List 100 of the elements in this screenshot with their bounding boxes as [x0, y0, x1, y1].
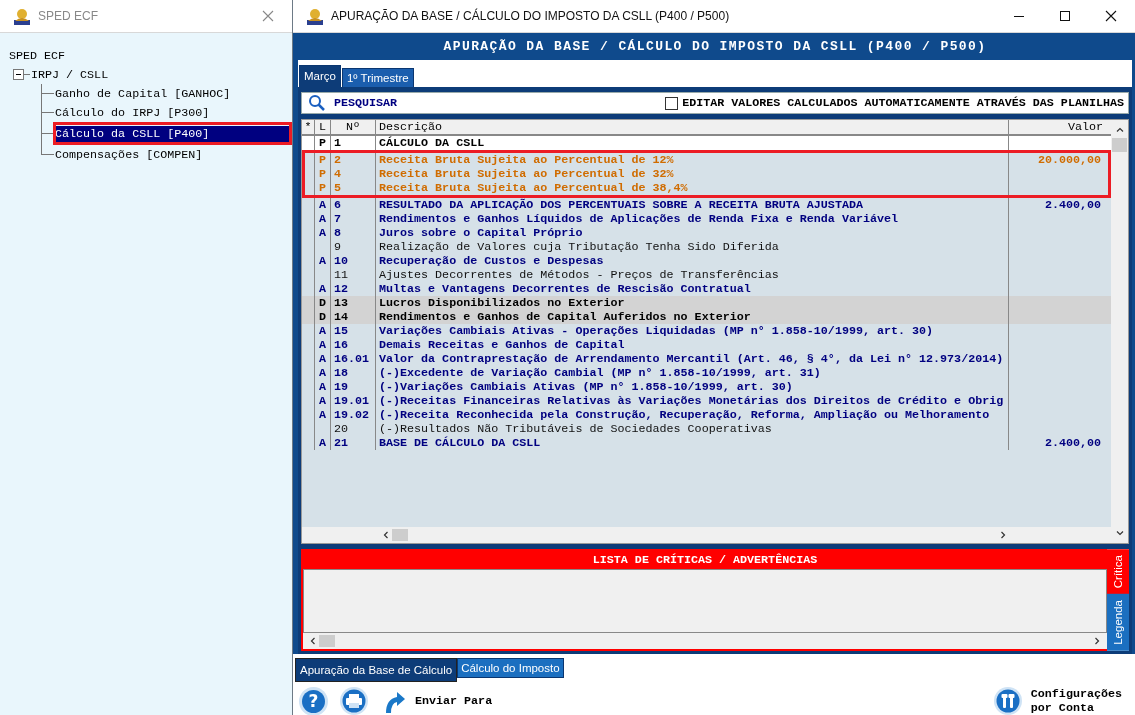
row-type-code: A	[319, 408, 326, 422]
row-value: 2.400,00	[1044, 436, 1101, 450]
row-description[interactable]: (-)Excedente de Variação Cambial (MP n° 1.858-10/1999, art. 31)	[379, 366, 821, 380]
scroll-left-icon[interactable]	[309, 637, 317, 645]
row-number: 12	[334, 282, 349, 296]
period-tab[interactable]: Março	[299, 65, 341, 87]
row-type-code: P	[319, 136, 326, 150]
edit-values-checkbox[interactable]: EDITAR VALORES CALCULADOS AUTOMATICAMENTE ATRAVÉS DAS PLANILHAS	[665, 96, 1124, 110]
row-type-code: A	[319, 212, 326, 226]
row-description[interactable]: Variações Cambiais Ativas - Operações Liquidadas (MP n° 1.858-10/1999, art. 30)	[379, 324, 934, 338]
row-type-code: A	[319, 380, 326, 394]
row-type-code: A	[319, 436, 326, 450]
row-value: 2.400,00	[1044, 198, 1101, 212]
scroll-right-icon[interactable]	[1093, 637, 1101, 645]
row-number: 18	[334, 366, 349, 380]
row-type-code: D	[319, 310, 326, 324]
row-number: 5	[334, 181, 341, 195]
row-description[interactable]: (-)Resultados Não Tributáveis de Sociedades Cooperativas	[379, 422, 772, 436]
tree-item[interactable]: Cálculo da CSLL [P400]	[54, 125, 292, 142]
print-icon[interactable]	[339, 686, 369, 715]
app-icon	[12, 6, 32, 26]
row-number: 14	[334, 310, 349, 324]
help-button[interactable]: ?	[302, 689, 325, 713]
row-value: 20.000,00	[1037, 153, 1101, 167]
row-type-code: A	[319, 366, 326, 380]
row-description[interactable]: RESULTADO DA APLICAÇÃO DOS PERCENTUAIS SOBRE A RECEITA BRUTA AJUSTADA	[379, 198, 863, 212]
row-number: 15	[334, 324, 349, 338]
scroll-down-icon[interactable]	[1115, 529, 1124, 537]
row-description[interactable]: (-)Receita Reconhecida pela Construção, Recuperação, Reforma, Ampliação ou Melhoramento	[379, 408, 990, 422]
row-description[interactable]: Multas e Vantagens Decorrentes de Rescisão Contratual	[379, 282, 751, 296]
row-type-code: P	[319, 167, 326, 181]
row-description[interactable]: Realização de Valores cuja Tributação Tenha Sido Diferida	[379, 240, 779, 254]
row-type-code: A	[319, 198, 326, 212]
row-number: 13	[334, 296, 349, 310]
scroll-up-icon[interactable]	[1115, 126, 1124, 134]
row-type-code: P	[319, 153, 326, 167]
side-tab[interactable]: Crítica	[1107, 549, 1129, 595]
tree-item[interactable]: SPED ECF	[8, 47, 67, 64]
row-description[interactable]: CÁLCULO DA CSLL	[379, 136, 485, 150]
period-tab[interactable]: 1º Trimestre	[341, 68, 414, 87]
row-description[interactable]: Ajustes Decorrentes de Métodos - Preços de Transferências	[379, 268, 779, 282]
row-number: 16	[334, 338, 349, 352]
row-description[interactable]: (-)Variações Cambiais Ativas (MP n° 1.858-10/1999, art. 30)	[379, 380, 793, 394]
form-header: APURAÇÃO DA BASE / CÁLCULO DO IMPOSTO DA CSLL (P400 / P500)	[298, 33, 1132, 60]
row-description[interactable]: Rendimentos e Ganhos Líquidos de Aplicações de Renda Fixa e Renda Variável	[379, 212, 898, 226]
row-type-code: D	[319, 296, 326, 310]
scroll-left-icon[interactable]	[382, 531, 390, 539]
settings-button[interactable]: Configurações por Conta	[992, 686, 1129, 715]
tree-item[interactable]: Compensações [COMPEN]	[54, 146, 204, 163]
send-to-button[interactable]: Enviar Para	[383, 687, 493, 715]
tree-item[interactable]: IRPJ / CSLL	[30, 66, 110, 83]
column-header[interactable]: Valor	[1009, 120, 1107, 134]
row-number: 6	[334, 198, 341, 212]
close-icon[interactable]	[1105, 10, 1117, 22]
column-header[interactable]: L	[315, 120, 331, 134]
row-number: 9	[334, 240, 341, 254]
row-number: 1	[334, 136, 341, 150]
collapse-icon[interactable]	[13, 69, 24, 80]
row-number: 4	[334, 167, 341, 181]
row-number: 10	[334, 254, 349, 268]
column-header[interactable]: *	[302, 120, 315, 134]
row-number: 2	[334, 153, 341, 167]
scroll-right-icon[interactable]	[999, 531, 1007, 539]
row-description[interactable]: (-)Receitas Financeiras Relativas às Variações Monetárias dos Direitos de Crédito e Obrig	[379, 394, 1004, 408]
section-tab[interactable]: Cálculo do Imposto	[457, 658, 564, 678]
row-number: 20	[334, 422, 349, 436]
row-type-code: A	[319, 338, 326, 352]
column-header[interactable]: Descrição	[376, 120, 1009, 134]
window-title: APURAÇÃO DA BASE / CÁLCULO DO IMPOSTO DA CSLL (P400 / P500)	[331, 9, 731, 23]
row-number: 8	[334, 226, 341, 240]
row-number: 19	[334, 380, 349, 394]
row-description[interactable]: Valor da Contraprestação de Arrendamento Mercantil (Art. 46, § 4°, da Lei n° 12.973/2014)	[379, 352, 1004, 366]
window-title: SPED ECF	[38, 9, 99, 23]
row-description[interactable]: Demais Receitas e Ganhos de Capital	[379, 338, 625, 352]
column-header[interactable]: Nº	[331, 120, 376, 134]
horizontal-scrollbar[interactable]	[303, 633, 1107, 649]
row-description[interactable]: BASE DE CÁLCULO DA CSLL	[379, 436, 541, 450]
row-number: 19.01	[334, 394, 370, 408]
side-tab[interactable]: Legenda	[1107, 594, 1129, 651]
tree-connector-line	[24, 74, 30, 75]
scroll-thumb[interactable]	[392, 529, 408, 541]
tree-item[interactable]: Ganho de Capital [GANHOC]	[54, 85, 232, 102]
search-button[interactable]: PESQUISAR	[308, 94, 398, 112]
row-description[interactable]: Lucros Disponibilizados no Exterior	[379, 296, 625, 310]
row-type-code: A	[319, 254, 326, 268]
row-number: 21	[334, 436, 349, 450]
scroll-thumb[interactable]	[319, 635, 335, 647]
row-type-code: A	[319, 324, 326, 338]
maximize-icon[interactable]	[1059, 10, 1071, 22]
section-tab[interactable]: Apuração da Base de Cálculo	[295, 658, 458, 682]
scroll-thumb[interactable]	[1112, 138, 1127, 152]
row-number: 19.02	[334, 408, 370, 422]
row-type-code: A	[319, 282, 326, 296]
row-type-code: A	[319, 226, 326, 240]
critics-title: LISTA DE CRÍTICAS / ADVERTÊNCIAS	[591, 552, 819, 569]
row-description[interactable]: Rendimentos e Ganhos de Capital Auferidos no Exterior	[379, 310, 751, 324]
row-description[interactable]: Recuperação de Custos e Despesas	[379, 254, 604, 268]
row-type-code: A	[319, 394, 326, 408]
tree-item[interactable]: Cálculo do IRPJ [P300]	[54, 104, 211, 121]
row-description[interactable]: Juros sobre o Capital Próprio	[379, 226, 583, 240]
